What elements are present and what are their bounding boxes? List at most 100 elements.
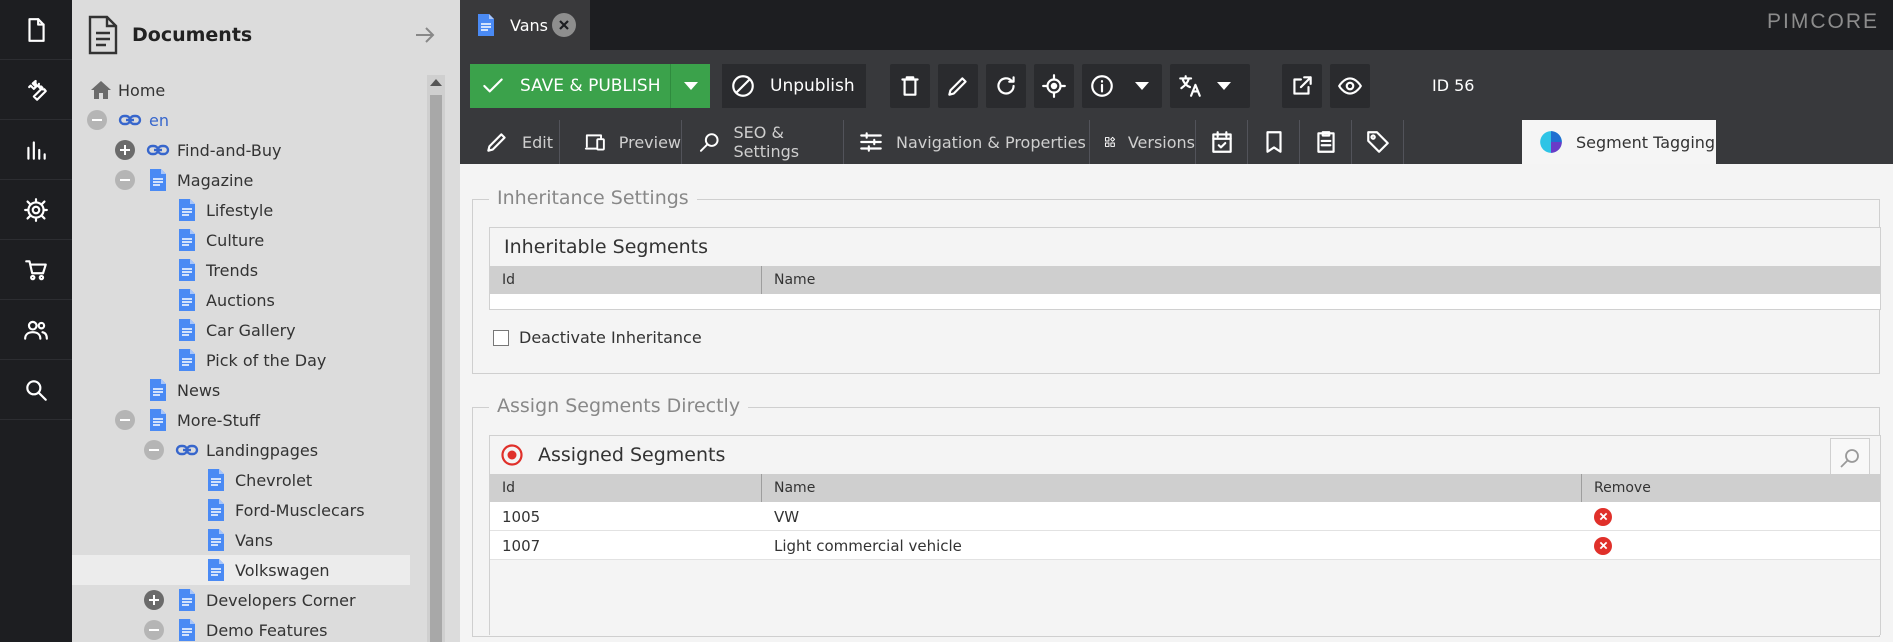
column-name-header[interactable]: Name	[762, 474, 1582, 502]
tree-node[interactable]: Landingpages	[72, 435, 410, 465]
tree-node[interactable]: More-Stuff	[72, 405, 410, 435]
segment-name: Light commercial vehicle	[774, 536, 962, 555]
assign-segments-fieldset: Assign Segments Directly Assigned Segmen…	[472, 395, 1882, 637]
tree-node[interactable]: Volkswagen	[72, 555, 410, 585]
tab-notes[interactable]	[1248, 120, 1300, 164]
segment-name: VW	[774, 507, 800, 526]
tree-node-label: Chevrolet	[235, 470, 313, 490]
tree-node[interactable]: Chevrolet	[72, 465, 410, 495]
segment-id: 1007	[502, 536, 541, 555]
table-row[interactable]: 1007 Light commercial vehicle	[490, 531, 1880, 560]
unpublish-button[interactable]: Unpublish	[722, 64, 866, 108]
eye-icon	[1338, 77, 1362, 95]
save-publish-button[interactable]: SAVE & PUBLISH	[470, 64, 670, 108]
search-icon	[699, 133, 719, 152]
rail-marketing[interactable]	[0, 120, 72, 180]
rail-ecommerce[interactable]	[0, 240, 72, 300]
tree-node[interactable]: Find-and-Buy	[72, 135, 410, 165]
tab-seo-label: SEO & Settings	[733, 123, 800, 161]
rail-settings[interactable]	[0, 180, 72, 240]
tab-edit[interactable]: Edit	[460, 120, 560, 164]
assigned-segments-rows: 1005 VW 1007 Light commercial vehicle	[490, 502, 1880, 560]
rail-users[interactable]	[0, 300, 72, 360]
deactivate-inheritance-checkbox[interactable]	[493, 329, 509, 346]
tree-node[interactable]: Trends	[72, 255, 410, 285]
tab-vans[interactable]: Vans	[460, 0, 590, 50]
tab-tasks[interactable]	[1300, 120, 1352, 164]
tab-navigation-properties[interactable]: Navigation & Properties	[844, 120, 1090, 164]
tree-list: Home en Find-and-Buy Magazine Lifestyle Cultu…	[72, 75, 410, 642]
collapse-icon[interactable]	[87, 110, 107, 130]
column-id-header[interactable]: Id	[490, 266, 762, 294]
tab-versions[interactable]: Versions	[1090, 120, 1196, 164]
collapse-icon[interactable]	[144, 440, 164, 460]
page-icon	[179, 319, 195, 341]
expand-icon[interactable]	[144, 590, 164, 610]
tree-node[interactable]: Vans	[72, 525, 410, 555]
translation-button[interactable]	[1170, 64, 1250, 108]
deactivate-inheritance-label: Deactivate Inheritance	[519, 328, 702, 347]
info-icon	[1091, 75, 1113, 97]
info-button[interactable]	[1082, 64, 1162, 108]
collapse-panel-button[interactable]	[410, 20, 440, 50]
expand-icon[interactable]	[115, 140, 135, 160]
rename-button[interactable]	[938, 64, 978, 108]
tab-tags[interactable]	[1352, 120, 1404, 164]
tree-node[interactable]: Home	[72, 75, 410, 105]
tab-preview[interactable]: Preview	[560, 120, 682, 164]
reload-button[interactable]	[986, 64, 1026, 108]
tab-segment-tagging-label: Segment Tagging	[1576, 132, 1716, 152]
tree-node[interactable]: Culture	[72, 225, 410, 255]
collapse-icon[interactable]	[144, 620, 164, 640]
assigned-segments-title: Assigned Segments	[538, 444, 726, 466]
tree-node-label: Auctions	[206, 290, 275, 310]
open-external-button[interactable]	[1282, 64, 1322, 108]
caret-down-icon	[1135, 82, 1149, 90]
tree-node[interactable]: News	[72, 375, 410, 405]
tree-node[interactable]: Demo Features	[72, 615, 410, 642]
save-options-dropdown[interactable]	[670, 64, 710, 108]
calendar-check-icon	[1211, 131, 1232, 153]
tree-scrollbar[interactable]	[427, 75, 445, 642]
tree-node[interactable]: Car Gallery	[72, 315, 410, 345]
page-icon	[478, 14, 494, 36]
collapse-icon[interactable]	[115, 170, 135, 190]
document-toolbar: SAVE & PUBLISH Unpublish ID 56	[460, 50, 1893, 120]
search-segments-button[interactable]	[1830, 438, 1870, 478]
collapse-icon[interactable]	[115, 410, 135, 430]
page-icon	[179, 589, 195, 611]
table-row[interactable]: 1005 VW	[490, 502, 1880, 531]
tree-node[interactable]: Lifestyle	[72, 195, 410, 225]
tree-node[interactable]: Developers Corner	[72, 585, 410, 615]
remove-segment-button[interactable]	[1594, 507, 1612, 526]
tree-node[interactable]: Magazine	[72, 165, 410, 195]
tab-schedule[interactable]	[1196, 120, 1248, 164]
locate-in-tree-button[interactable]	[1034, 64, 1074, 108]
documents-tree-panel: Documents Home en Find-and-Buy Magazine Life…	[72, 0, 532, 642]
scroll-up-icon[interactable]	[430, 79, 442, 86]
delete-button[interactable]	[890, 64, 930, 108]
page-icon	[208, 529, 224, 551]
tree-node[interactable]: en	[72, 105, 410, 135]
segment-id: 1005	[502, 507, 541, 526]
tab-segment-tagging[interactable]: Segment Tagging	[1522, 120, 1716, 164]
tab-seo-settings[interactable]: SEO & Settings	[682, 120, 844, 164]
rail-search[interactable]	[0, 360, 72, 420]
tree-node-label: Find-and-Buy	[177, 140, 282, 160]
column-name-header[interactable]: Name	[762, 266, 1062, 294]
tree-node[interactable]: Ford-Musclecars	[72, 495, 410, 525]
tab-close-button[interactable]	[552, 13, 576, 37]
bookmark-icon	[1265, 131, 1282, 153]
scroll-thumb[interactable]	[430, 95, 442, 642]
tab-edit-label: Edit	[522, 132, 553, 152]
column-remove-header[interactable]: Remove	[1582, 474, 1882, 502]
tree-node[interactable]: Pick of the Day	[72, 345, 410, 375]
rail-documents[interactable]	[0, 0, 72, 60]
column-id-header[interactable]: Id	[490, 474, 762, 502]
rail-tools[interactable]	[0, 60, 72, 120]
tab-preview-label: Preview	[618, 132, 681, 152]
tree-node[interactable]: Auctions	[72, 285, 410, 315]
bar-chart-icon	[27, 140, 46, 160]
remove-segment-button[interactable]	[1594, 536, 1612, 555]
preview-eye-button[interactable]	[1330, 64, 1370, 108]
